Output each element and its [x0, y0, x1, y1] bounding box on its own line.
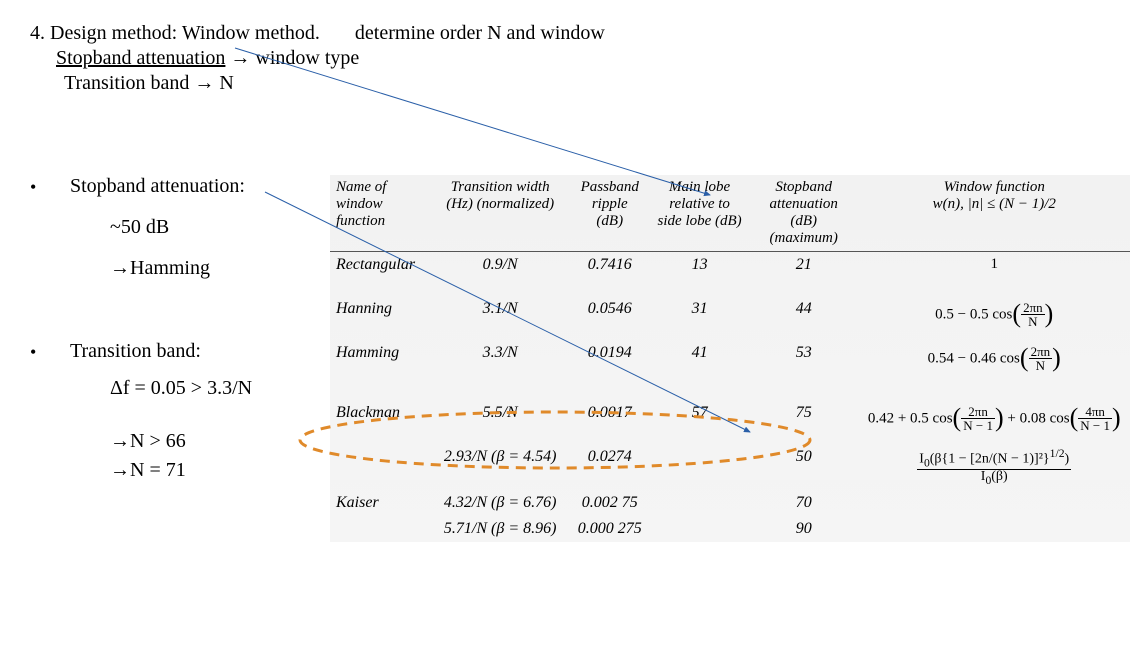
cell-name: Hanning [330, 296, 431, 340]
title-right: determine order N and window [355, 22, 605, 44]
bullet2-res1: → N > 66 [110, 430, 252, 453]
bullet2-res1-text: N > 66 [130, 430, 186, 452]
cell-tw: 3.3/N [431, 340, 569, 400]
arrow-icon: → [230, 47, 250, 70]
stopband-link: Stopband attenuation [56, 47, 225, 69]
bullet-transition: • Transition band: Δf = 0.05 > 3.3/N → N… [30, 340, 340, 482]
cell-wf: 0.5 − 0.5 cos(2πnN) [859, 296, 1131, 340]
arrow-icon: → [110, 257, 130, 280]
title-line3b: N [219, 72, 233, 94]
title-line3a: Transition band [64, 72, 189, 94]
cell-wf: I0(β{1 − [2n/(N − 1)]²}1/2)I0(β) [859, 444, 1131, 491]
th-pr: Passbandripple(dB) [569, 175, 650, 252]
cell-ml [650, 516, 749, 542]
title-line-3: Transition band → N [64, 72, 1101, 95]
th-ml: Main loberelative toside lobe (dB) [650, 175, 749, 252]
cell-pr: 0.7416 [569, 252, 650, 296]
cell-ml [650, 444, 749, 491]
th-tw: Transition width(Hz) (normalized) [431, 175, 569, 252]
row-rectangular: Rectangular 0.9/N 0.7416 13 21 1 [330, 252, 1130, 296]
cell-tw: 0.9/N [431, 252, 569, 296]
bullet1-value: ~50 dB [110, 216, 245, 239]
cell-ml [650, 490, 749, 516]
cell-pr: 0.0546 [569, 296, 650, 340]
arrow-icon: → [110, 430, 130, 453]
window-table: Name ofwindowfunction Transition width(H… [330, 175, 1130, 542]
cell-pr: 0.0274 [569, 444, 650, 491]
cell-ml: 41 [650, 340, 749, 400]
row-kaiser-1: 2.93/N (β = 4.54) 0.0274 50 I0(β{1 − [2n… [330, 444, 1130, 491]
cell-wf: 1 [859, 252, 1131, 296]
bullet2-res2: → N = 71 [110, 459, 252, 482]
cell-sb: 44 [749, 296, 859, 340]
cell-tw: 5.71/N (β = 8.96) [431, 516, 569, 542]
title-line2b: window type [255, 47, 359, 69]
cell-name [330, 516, 431, 542]
bullet-stopband: • Stopband attenuation: ~50 dB → Hamming [30, 175, 340, 280]
cell-sb: 70 [749, 490, 859, 516]
cell-sb: 90 [749, 516, 859, 542]
cell-wf [859, 516, 1131, 542]
row-kaiser-3: 5.71/N (β = 8.96) 0.000 275 90 [330, 516, 1130, 542]
cell-ml: 57 [650, 400, 749, 444]
th-name: Name ofwindowfunction [330, 175, 431, 252]
title-main: Design method: Window method. [50, 22, 320, 44]
cell-sb: 50 [749, 444, 859, 491]
bullet2-res2-text: N = 71 [130, 459, 186, 481]
cell-wf: 0.42 + 0.5 cos(2πnN − 1) + 0.08 cos(4πnN… [859, 400, 1131, 444]
bullet2-label: Transition band: [70, 340, 252, 363]
cell-name: Blackman [330, 400, 431, 444]
row-kaiser-2: Kaiser 4.32/N (β = 6.76) 0.002 75 70 [330, 490, 1130, 516]
bullet1-result: → Hamming [110, 257, 245, 280]
bullet2-eq: Δf = 0.05 > 3.3/N [110, 377, 252, 400]
title-line-1: 4. Design method: Window method. determi… [30, 22, 1101, 45]
cell-name [330, 444, 431, 491]
bullet-icon: • [30, 340, 70, 363]
arrow-icon: → [194, 72, 214, 95]
cell-ml: 13 [650, 252, 749, 296]
cell-tw: 4.32/N (β = 6.76) [431, 490, 569, 516]
cell-name: Hamming [330, 340, 431, 400]
cell-wf: 0.54 − 0.46 cos(2πnN) [859, 340, 1131, 400]
cell-tw: 2.93/N (β = 4.54) [431, 444, 569, 491]
row-hamming: Hamming 3.3/N 0.0194 41 53 0.54 − 0.46 c… [330, 340, 1130, 400]
cell-tw: 5.5/N [431, 400, 569, 444]
cell-ml: 31 [650, 296, 749, 340]
bullet1-result-text: Hamming [130, 257, 210, 279]
title-line-2: Stopband attenuation → window type [56, 47, 1101, 70]
cell-name: Kaiser [330, 490, 431, 516]
cell-sb: 53 [749, 340, 859, 400]
cell-sb: 75 [749, 400, 859, 444]
cell-wf [859, 490, 1131, 516]
cell-pr: 0.0194 [569, 340, 650, 400]
cell-pr: 0.002 75 [569, 490, 650, 516]
row-hanning: Hanning 3.1/N 0.0546 31 44 0.5 − 0.5 cos… [330, 296, 1130, 340]
title-number: 4. [30, 22, 45, 44]
row-blackman: Blackman 5.5/N 0.0017 57 75 0.42 + 0.5 c… [330, 400, 1130, 444]
bullet1-label: Stopband attenuation: [70, 175, 245, 198]
cell-sb: 21 [749, 252, 859, 296]
th-wf: Window functionw(n), |n| ≤ (N − 1)/2 [859, 175, 1131, 252]
cell-pr: 0.000 275 [569, 516, 650, 542]
cell-tw: 3.1/N [431, 296, 569, 340]
th-sb: Stopbandattenuation (dB)(maximum) [749, 175, 859, 252]
cell-pr: 0.0017 [569, 400, 650, 444]
arrow-icon: → [110, 459, 130, 482]
bullet-icon: • [30, 175, 70, 198]
cell-name: Rectangular [330, 252, 431, 296]
